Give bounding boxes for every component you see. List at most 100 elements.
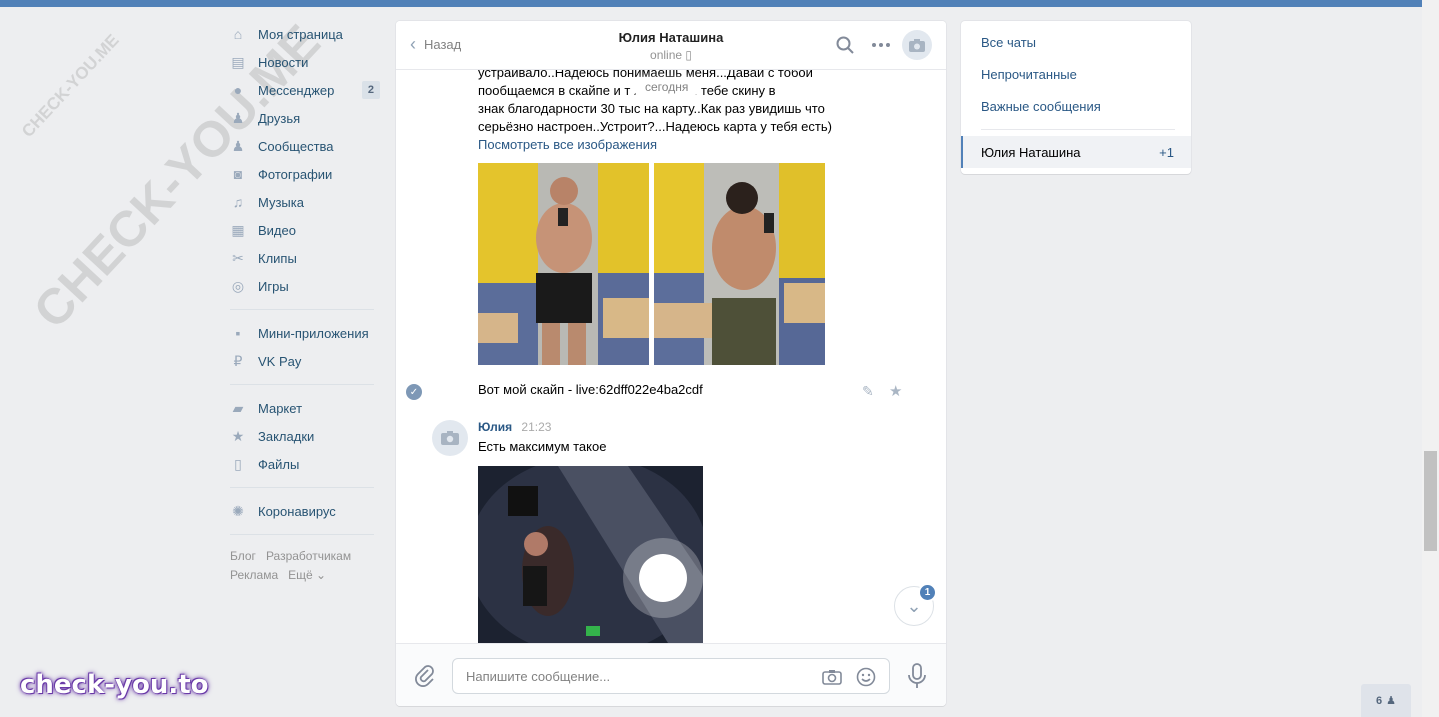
active-chat-count: +1 bbox=[1159, 145, 1174, 160]
virus-icon: ✺ bbox=[232, 503, 244, 519]
panel-divider bbox=[981, 129, 1175, 130]
message-time: 21:23 bbox=[521, 420, 552, 434]
video-icon: ▦ bbox=[231, 222, 245, 238]
sidebar-item-virus[interactable]: ✺ Коронавирус bbox=[230, 497, 380, 525]
sidebar-item-video[interactable]: ▦ Видео bbox=[230, 216, 380, 244]
message-text-skype: Вот мой скайп - live:62dff022e4ba2cdf bbox=[478, 382, 703, 397]
sender-avatar[interactable] bbox=[432, 420, 468, 456]
message-history[interactable]: устраивало..Надеюсь понимаешь меня...Дав… bbox=[396, 70, 946, 643]
sender-name[interactable]: Юлия bbox=[478, 420, 512, 434]
page-scrollbar[interactable] bbox=[1422, 0, 1439, 717]
friends-icon: ♟ bbox=[231, 110, 245, 126]
paperclip-attach-icon[interactable] bbox=[414, 665, 436, 690]
sidebar-item-file[interactable]: ▯ Файлы bbox=[230, 450, 380, 478]
chat-panel: ‹ Назад Юлия Наташина online ▯ устраивал… bbox=[396, 21, 946, 706]
sidebar-item-apps[interactable]: ▪ Мини-приложения bbox=[230, 319, 380, 347]
sidebar-item-label: Музыка bbox=[258, 194, 304, 210]
apps-icon: ▪ bbox=[235, 325, 241, 341]
read-check-icon: ✓ bbox=[406, 384, 422, 400]
news-icon: ▤ bbox=[231, 54, 245, 70]
sidebar-item-market[interactable]: ▰ Маркет bbox=[230, 394, 380, 422]
left-navigation: ⌂ Моя страница ▤ Новости ● Мессенджер 2 ♟ Друзья… bbox=[230, 20, 380, 585]
sidebar-item-clips[interactable]: ✂ Клипы bbox=[230, 244, 380, 272]
sidebar-item-messenger[interactable]: ● Мессенджер 2 bbox=[230, 76, 380, 104]
message-input[interactable] bbox=[453, 659, 793, 693]
sidebar-item-bookmark-star[interactable]: ★ Закладки bbox=[230, 422, 380, 450]
sidebar-item-music[interactable]: ♫ Музыка bbox=[230, 188, 380, 216]
unread-badge: 1 bbox=[918, 583, 937, 602]
counter-badge: 2 bbox=[361, 81, 380, 99]
footer-link-ads[interactable]: Реклама bbox=[230, 568, 278, 582]
peer-avatar[interactable] bbox=[902, 30, 932, 60]
star-icon[interactable]: ★ bbox=[889, 382, 902, 400]
sidebar-item-label: Файлы bbox=[258, 456, 300, 472]
sidebar-item-games[interactable]: ◎ Игры bbox=[230, 272, 380, 300]
date-divider: сегодня bbox=[633, 78, 701, 96]
footer-link-developers[interactable]: Разработчикам bbox=[266, 549, 351, 563]
microphone-icon[interactable] bbox=[907, 663, 927, 692]
chat-header: ‹ Назад Юлия Наташина online ▯ bbox=[396, 21, 946, 70]
sidebar-item-label: Новости bbox=[258, 54, 309, 70]
online-count: 6 bbox=[1376, 694, 1383, 707]
scrollbar-thumb[interactable] bbox=[1424, 451, 1437, 551]
watermark-small: CHECK-YOU.ME bbox=[18, 30, 123, 141]
sidebar-item-label: Друзья bbox=[258, 110, 301, 126]
message-text-reply: Есть максимум такое bbox=[478, 439, 607, 454]
sidebar-item-news[interactable]: ▤ Новости bbox=[230, 48, 380, 76]
message-composer bbox=[396, 643, 946, 706]
music-icon: ♫ bbox=[232, 194, 244, 210]
sidebar-item-label: Маркет bbox=[258, 400, 303, 416]
message-input-box bbox=[452, 658, 890, 694]
vkpay-icon: ₽ bbox=[233, 353, 243, 369]
nav-divider bbox=[230, 487, 374, 488]
search-icon[interactable] bbox=[830, 30, 860, 60]
sidebar-item-communities[interactable]: ♟ Сообщества bbox=[230, 132, 380, 160]
footer-link-more[interactable]: Ещё ⌄ bbox=[288, 568, 326, 582]
sidebar-item-label: Моя страница bbox=[258, 26, 343, 42]
footer-links: Блог Разработчикам Реклама Ещё ⌄ bbox=[230, 547, 380, 585]
bookmark-star-icon: ★ bbox=[231, 428, 245, 444]
camera-icon: ◙ bbox=[233, 166, 243, 182]
person-icon: ♟ bbox=[1386, 695, 1396, 707]
sidebar-item-friends[interactable]: ♟ Друзья bbox=[230, 104, 380, 132]
chat-filter-panel: Все чаты Непрочитанные Важные сообщения … bbox=[961, 21, 1191, 174]
header-actions bbox=[824, 30, 932, 60]
filter-unread[interactable]: Непрочитанные bbox=[981, 67, 1077, 82]
edit-pencil-icon[interactable]: ✎ bbox=[862, 383, 874, 400]
filter-important[interactable]: Важные сообщения bbox=[981, 99, 1101, 114]
market-icon: ▰ bbox=[232, 400, 244, 416]
sidebar-item-label: VK Pay bbox=[258, 353, 302, 369]
message-meta: Юлия 21:23 bbox=[478, 420, 551, 434]
emoji-smile-icon[interactable] bbox=[855, 666, 877, 688]
games-icon: ◎ bbox=[231, 278, 245, 294]
file-icon: ▯ bbox=[234, 456, 242, 472]
attached-photo[interactable] bbox=[478, 466, 703, 643]
sidebar-item-label: Видео bbox=[258, 222, 296, 238]
nav-divider bbox=[230, 384, 374, 385]
home-icon: ⌂ bbox=[233, 26, 243, 42]
sidebar-item-vkpay[interactable]: ₽ VK Pay bbox=[230, 347, 380, 375]
attached-photo[interactable] bbox=[654, 163, 825, 365]
sidebar-item-label: Закладки bbox=[258, 428, 315, 444]
brand-watermark: check-you.to bbox=[20, 670, 209, 700]
active-chat-name: Юлия Наташина bbox=[981, 145, 1081, 160]
nav-divider bbox=[230, 534, 374, 535]
friends-online-button[interactable]: 6 ♟ bbox=[1361, 684, 1411, 717]
active-chat-item[interactable]: Юлия Наташина +1 bbox=[961, 136, 1191, 168]
attached-photo[interactable] bbox=[478, 163, 649, 365]
top-header-bar bbox=[0, 0, 1422, 7]
camera-icon[interactable] bbox=[821, 666, 843, 688]
sidebar-item-label: Игры bbox=[258, 278, 289, 294]
sidebar-item-label: Фотографии bbox=[258, 166, 333, 182]
nav-divider bbox=[230, 309, 374, 310]
view-all-images-link[interactable]: Посмотреть все изображения bbox=[478, 136, 868, 154]
more-icon[interactable] bbox=[866, 30, 896, 60]
footer-link-blog[interactable]: Блог bbox=[230, 549, 256, 563]
sidebar-item-camera[interactable]: ◙ Фотографии bbox=[230, 160, 380, 188]
filter-all-chats[interactable]: Все чаты bbox=[981, 35, 1036, 50]
sidebar-item-label: Коронавирус bbox=[258, 503, 336, 519]
sidebar-item-label: Мини-приложения bbox=[258, 325, 369, 341]
sidebar-item-home[interactable]: ⌂ Моя страница bbox=[230, 20, 380, 48]
sidebar-item-label: Сообщества bbox=[258, 138, 334, 154]
clips-icon: ✂ bbox=[232, 250, 244, 266]
